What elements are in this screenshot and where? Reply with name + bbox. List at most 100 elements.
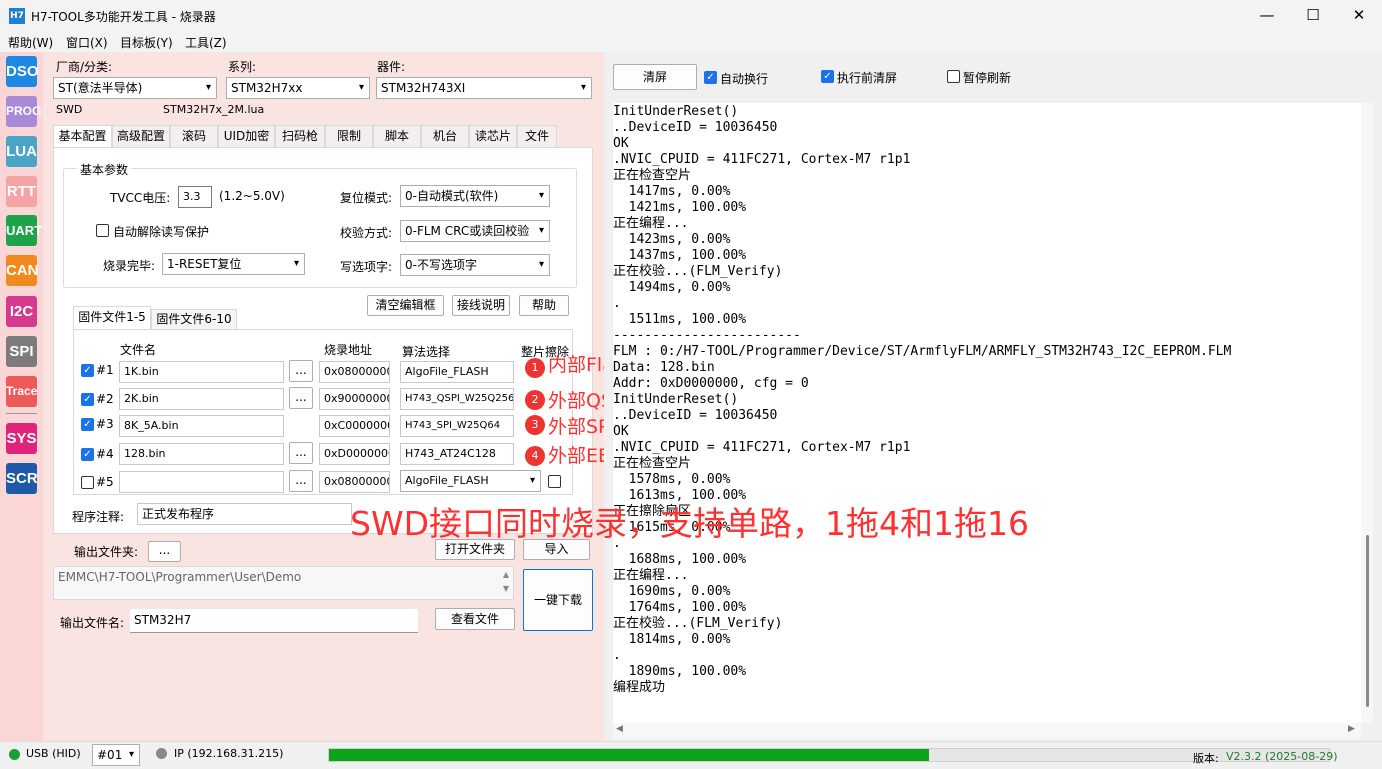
verify-mode-select[interactable]: 0-FLM CRC或读回校验 ▾: [400, 220, 550, 242]
file-3-name-input[interactable]: 8K_5A.bin: [119, 415, 284, 437]
clear-before-run-checkbox[interactable]: ✓: [821, 70, 834, 83]
sidebar-lua-button[interactable]: LUA: [6, 136, 37, 167]
clear-before-run-label: 执行前清屏: [837, 71, 898, 85]
menu-target[interactable]: 目标板(Y): [120, 34, 173, 51]
sidebar-label: Trace: [6, 384, 38, 398]
unprotect-checkbox[interactable]: [96, 224, 109, 237]
maximize-button[interactable]: ☐: [1290, 0, 1336, 31]
channel-select[interactable]: #01 ▾: [92, 744, 140, 766]
tab-uid-encrypt[interactable]: UID加密: [218, 125, 275, 147]
tab-limit[interactable]: 限制: [325, 125, 373, 147]
sidebar: DSO PROG LUA RTT UART CAN I2C SPI Trace …: [0, 52, 43, 741]
scroll-left-icon[interactable]: ◀: [616, 724, 623, 734]
log-hscrollbar[interactable]: ◀ ▶: [613, 723, 1361, 739]
file-5-browse-button[interactable]: ...: [289, 470, 313, 492]
tab-firmware-6-10[interactable]: 固件文件6-10: [151, 309, 237, 329]
clear-edit-button[interactable]: 清空编辑框: [367, 295, 444, 316]
option-bytes-select[interactable]: 0-不写选项字 ▾: [400, 254, 550, 276]
menu-tools[interactable]: 工具(Z): [185, 34, 227, 51]
file-4-checkbox[interactable]: ✓: [81, 448, 94, 461]
file-3-algorithm-input[interactable]: H743_SPI_W25Q64: [400, 415, 514, 437]
ip-status: IP (192.168.31.215): [174, 747, 284, 760]
finish-select[interactable]: 1-RESET复位 ▾: [162, 253, 305, 275]
file-5-name-input[interactable]: [119, 471, 284, 493]
file-4-address-input[interactable]: 0xD0000000: [319, 443, 390, 465]
file-1-name-input[interactable]: 1K.bin: [119, 361, 284, 383]
chevron-down-icon: ▾: [358, 82, 364, 93]
tab-rolling-code[interactable]: 滚码: [170, 125, 218, 147]
series-value: STM32H7xx: [231, 81, 303, 95]
file-2-checkbox[interactable]: ✓: [81, 393, 94, 406]
close-button[interactable]: ✕: [1336, 0, 1382, 31]
basic-params-title: 基本参数: [77, 161, 132, 178]
file-4-browse-button[interactable]: ...: [289, 442, 313, 464]
part-value: STM32H743XI: [381, 81, 466, 95]
tab-scanner[interactable]: 扫码枪: [275, 125, 325, 147]
menu-window[interactable]: 窗口(X): [66, 34, 108, 51]
sidebar-sys-button[interactable]: SYS: [6, 423, 37, 454]
tab-machine[interactable]: 机台: [421, 125, 469, 147]
file-3-checkbox[interactable]: ✓: [81, 418, 94, 431]
sidebar-dso-button[interactable]: DSO: [6, 56, 39, 87]
file-2-browse-button[interactable]: ...: [289, 387, 313, 409]
file-1-browse-button[interactable]: ...: [289, 360, 313, 382]
output-filename-input[interactable]: STM32H7: [130, 609, 418, 633]
file-2-algorithm-input[interactable]: H743_QSPI_W25Q256: [400, 388, 514, 410]
tab-script[interactable]: 脚本: [373, 125, 421, 147]
file-5-algorithm-select[interactable]: AlgoFile_FLASH ▾: [400, 470, 541, 492]
file-5-checkbox[interactable]: [81, 476, 94, 489]
tab-file[interactable]: 文件: [517, 125, 557, 147]
minimize-button[interactable]: —: [1244, 0, 1290, 31]
tvcc-input[interactable]: 3.3: [178, 186, 212, 208]
file-4-name-input[interactable]: 128.bin: [119, 443, 284, 465]
scroll-arrows-icon[interactable]: ▲ ▼: [499, 568, 513, 598]
output-path-box[interactable]: EMMC\H7-TOOL\Programmer\User\Demo: [53, 566, 514, 600]
series-select[interactable]: STM32H7xx ▾: [226, 77, 370, 99]
pause-refresh-checkbox[interactable]: [947, 70, 960, 83]
reset-mode-label: 复位模式:: [340, 191, 393, 205]
file-1-checkbox[interactable]: ✓: [81, 364, 94, 377]
chevron-down-icon: ▾: [529, 475, 535, 486]
vendor-select[interactable]: ST(意法半导体) ▾: [53, 77, 217, 99]
sidebar-rtt-button[interactable]: RTT: [6, 176, 37, 207]
sidebar-spi-button[interactable]: SPI: [6, 336, 37, 367]
file-2-name-input[interactable]: 2K.bin: [119, 388, 284, 410]
file-1-algorithm-input[interactable]: AlgoFile_FLASH: [400, 361, 514, 383]
wiring-button[interactable]: 接线说明: [452, 295, 510, 316]
part-select[interactable]: STM32H743XI ▾: [376, 77, 592, 99]
log-scrollbar[interactable]: [1361, 103, 1373, 723]
app-icon: H7: [9, 8, 25, 24]
sidebar-uart-button[interactable]: UART: [6, 215, 42, 246]
file-1-address-input[interactable]: 0x08000000: [319, 361, 390, 383]
one-key-download-button[interactable]: 一键下载: [523, 569, 593, 631]
comment-input[interactable]: 正式发布程序: [137, 503, 352, 525]
scrollbar-thumb[interactable]: [1366, 535, 1369, 707]
comment-label: 程序注释:: [72, 510, 125, 524]
file-4-algorithm-input[interactable]: H743_AT24C128: [400, 443, 514, 465]
log-output[interactable]: InitUnderReset() ..DeviceID = 10036450 O…: [613, 103, 1361, 723]
output-folder-browse-button[interactable]: ...: [148, 541, 181, 562]
sidebar-prog-button[interactable]: PROG: [6, 96, 41, 127]
tab-read-chip[interactable]: 读芯片: [469, 125, 517, 147]
file-2-address-input[interactable]: 0x90000000: [319, 388, 390, 410]
sidebar-trace-button[interactable]: Trace: [6, 376, 37, 407]
sidebar-label: PROG: [6, 104, 42, 118]
menu-help[interactable]: 帮助(W): [8, 34, 53, 51]
help-button[interactable]: 帮助: [519, 295, 569, 316]
clear-screen-button[interactable]: 清屏: [613, 64, 697, 90]
scroll-right-icon[interactable]: ▶: [1348, 724, 1355, 734]
reset-mode-select[interactable]: 0-自动模式(软件) ▾: [400, 185, 550, 207]
sidebar-can-button[interactable]: CAN: [6, 255, 39, 286]
sidebar-scr-button[interactable]: SCR: [6, 463, 38, 494]
view-file-button[interactable]: 查看文件: [435, 608, 515, 630]
tab-basic[interactable]: 基本配置: [53, 125, 112, 147]
auto-wrap-checkbox[interactable]: ✓: [704, 71, 717, 84]
file-5-address-input[interactable]: 0x08000000: [319, 471, 390, 493]
sidebar-i2c-button[interactable]: I2C: [6, 296, 37, 327]
file-3-address-input[interactable]: 0xC0000000: [319, 415, 390, 437]
tab-firmware-1-5[interactable]: 固件文件1-5: [73, 306, 151, 329]
tab-advanced[interactable]: 高级配置: [112, 125, 170, 147]
file-5-erase-checkbox[interactable]: [548, 475, 561, 488]
file-3-index: #3: [96, 417, 114, 431]
title-bar: H7 H7-TOOL多功能开发工具 - 烧录器 — ☐ ✕: [0, 0, 1382, 31]
